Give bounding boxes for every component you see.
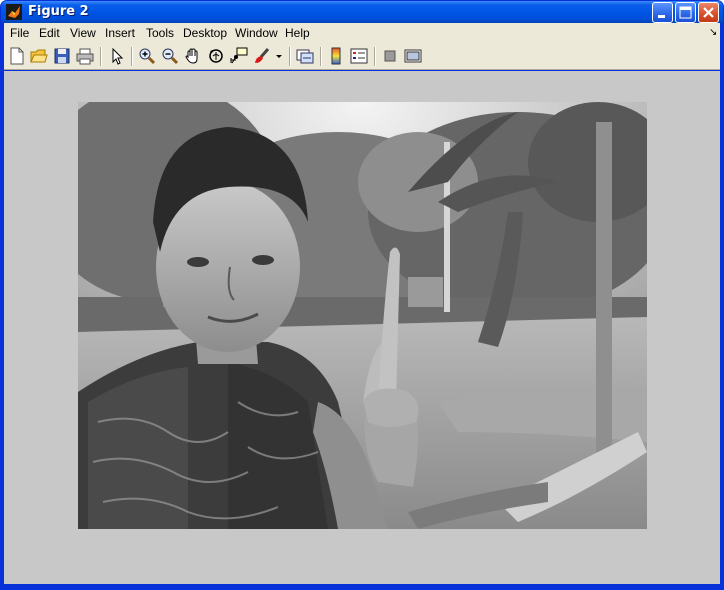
minimize-icon <box>658 15 665 18</box>
menu-bar: File Edit View Insert Tools Desktop Wind… <box>4 23 720 43</box>
close-button[interactable] <box>698 2 719 23</box>
menu-help[interactable]: Help <box>285 26 310 40</box>
brush-icon[interactable] <box>253 47 271 65</box>
toolbar-separator <box>289 47 291 66</box>
menu-tools[interactable]: Tools <box>146 26 174 40</box>
print-icon[interactable] <box>76 47 94 65</box>
insert-legend-icon[interactable] <box>350 47 368 65</box>
new-figure-icon[interactable] <box>8 47 26 65</box>
menu-window[interactable]: Window <box>235 26 278 40</box>
window-bottom-border <box>1 584 723 589</box>
figure-toolbar <box>4 43 720 70</box>
toolbar-separator <box>131 47 133 66</box>
menu-file[interactable]: File <box>10 26 29 40</box>
menu-view[interactable]: View <box>70 26 96 40</box>
edit-plot-arrow-icon[interactable] <box>108 47 126 65</box>
hide-plot-tools-icon[interactable] <box>381 47 399 65</box>
zoom-out-icon[interactable] <box>161 47 179 65</box>
maximize-button[interactable] <box>675 2 696 23</box>
link-plot-icon[interactable] <box>296 47 314 65</box>
insert-colorbar-icon[interactable] <box>327 47 345 65</box>
dock-arrow-icon[interactable]: ↘ <box>709 27 717 38</box>
brush-dropdown-icon[interactable] <box>274 47 284 65</box>
grayscale-photo[interactable] <box>78 102 647 529</box>
menu-edit[interactable]: Edit <box>39 26 60 40</box>
pan-hand-icon[interactable] <box>184 47 202 65</box>
toolbar-separator <box>374 47 376 66</box>
rotate-3d-icon[interactable] <box>207 47 225 65</box>
open-file-icon[interactable] <box>30 47 48 65</box>
save-icon[interactable] <box>53 47 71 65</box>
maximize-icon <box>679 6 692 19</box>
toolbar-separator <box>100 47 102 66</box>
show-plot-tools-icon[interactable] <box>404 47 422 65</box>
matlab-logo-icon <box>6 4 22 20</box>
figure-window: Figure 2 File Edit View Insert Tools Des… <box>0 0 724 590</box>
figure-canvas[interactable] <box>4 71 720 584</box>
data-cursor-icon[interactable] <box>230 47 248 65</box>
close-icon <box>703 7 714 18</box>
minimize-button[interactable] <box>652 2 673 23</box>
menu-desktop[interactable]: Desktop <box>183 26 227 40</box>
title-bar[interactable]: Figure 2 <box>1 1 723 23</box>
menu-insert[interactable]: Insert <box>105 26 135 40</box>
window-title: Figure 2 <box>28 4 89 19</box>
zoom-in-icon[interactable] <box>138 47 156 65</box>
toolbar-separator <box>320 47 322 66</box>
